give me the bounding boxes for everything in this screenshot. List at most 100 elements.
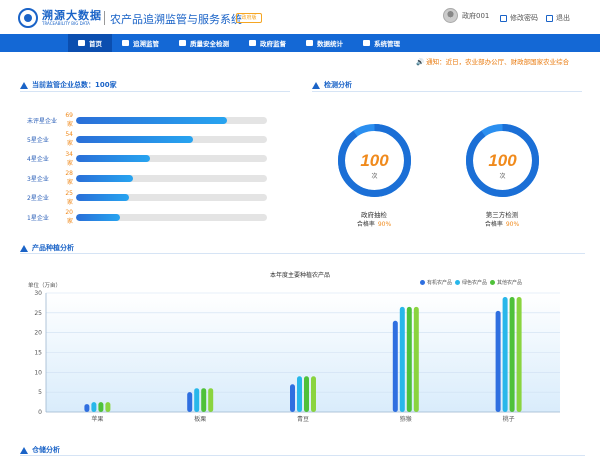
- progress-track: [76, 116, 267, 124]
- progress-fill: [76, 116, 227, 124]
- change-password-label: 修改密码: [510, 14, 538, 22]
- bar-label: 4星企业: [27, 156, 49, 164]
- system-title: 农产品追溯监管与服务系统: [110, 13, 242, 26]
- section-divider: [20, 455, 585, 456]
- nav-item-trace[interactable]: 追溯监管: [112, 34, 169, 52]
- chart-bar: [98, 402, 104, 412]
- ring-unit: 次: [499, 172, 505, 180]
- logo-title: 溯源大数据: [42, 9, 102, 22]
- x-tick-label: 猕猴: [400, 415, 412, 423]
- ring-chart-government: 100 次: [338, 124, 411, 197]
- nav-label: 追溯监管: [133, 40, 159, 48]
- x-tick-label: 苹果: [91, 415, 103, 423]
- enterprise-bar-row: 1星企业 20家: [27, 209, 267, 225]
- building-icon: [249, 40, 256, 46]
- section-marker-icon: [20, 446, 28, 454]
- ring-rate-third-party: 合格率 90%: [462, 219, 542, 228]
- nav-label: 质量安全检测: [190, 40, 229, 48]
- nav-label: 数据统计: [317, 40, 343, 48]
- warehouse-section-title: 仓储分析: [20, 445, 60, 455]
- section-marker-icon: [20, 81, 28, 89]
- change-password-link[interactable]: 修改密码: [500, 13, 538, 23]
- enterprise-bar-row: 4星企业 34家: [27, 150, 267, 167]
- x-tick-label: 板栗: [194, 415, 206, 423]
- bar-count: 25家: [65, 189, 73, 206]
- chart-icon: [306, 40, 313, 46]
- chart-bar: [105, 402, 111, 412]
- bar-count: 54家: [65, 131, 73, 148]
- enterprise-bar-row: 2星企业 25家: [27, 189, 267, 206]
- chart-bar: [392, 320, 398, 412]
- y-tick-label: 20: [34, 330, 42, 337]
- nav-item-government[interactable]: 政府监督: [239, 34, 296, 52]
- user-name: 政府001: [462, 11, 490, 20]
- bar-label: 2星企业: [27, 195, 49, 203]
- x-tick-label: 桃子: [503, 415, 515, 423]
- grid-icon: [122, 40, 129, 46]
- main-nav: 首页 追溯监管 质量安全检测 政府监督 数据统计 系统管理: [0, 34, 600, 52]
- section-marker-icon: [312, 81, 320, 89]
- bar-label: 1星企业: [27, 214, 49, 222]
- section-divider: [20, 91, 290, 92]
- progress-fill: [76, 174, 134, 182]
- chart-bar: [91, 402, 97, 412]
- nav-label: 首页: [89, 40, 102, 48]
- y-tick-label: 30: [34, 290, 42, 297]
- logout-link[interactable]: 退出: [546, 13, 570, 23]
- notice-text: 通知：近日，农业部办公厅、财政部国家农业综合: [426, 58, 570, 66]
- ring-rate-government: 合格率 90%: [334, 219, 414, 228]
- planting-section-title: 产品种植分析: [20, 243, 74, 253]
- section-divider: [20, 253, 585, 254]
- speaker-icon: 🔊: [416, 58, 427, 66]
- progress-track: [76, 194, 267, 202]
- progress-track: [76, 174, 267, 182]
- chart-bar: [290, 384, 295, 412]
- warehouse-title-text: 仓储分析: [32, 446, 60, 454]
- planting-title-text: 产品种植分析: [32, 244, 74, 252]
- bar-count: 69家: [65, 112, 73, 128]
- notice-ticker[interactable]: 🔊 通知：近日，农业部办公厅、财政部国家农业综合: [416, 56, 600, 66]
- nav-item-quality[interactable]: 质量安全检测: [169, 34, 239, 52]
- bar-count: 28家: [65, 170, 73, 187]
- y-tick-label: 0: [38, 409, 42, 416]
- chart-bar: [311, 376, 316, 412]
- chart-bar: [516, 296, 522, 412]
- header: 溯源大数据 TRACEABILITY BIG DATA 农产品追溯监管与服务系统…: [0, 0, 600, 34]
- section-marker-icon: [20, 244, 28, 252]
- chart-bar: [201, 388, 207, 412]
- section-divider: [312, 91, 582, 92]
- nav-item-statistics[interactable]: 数据统计: [296, 34, 353, 52]
- nav-item-system[interactable]: 系统管理: [353, 34, 410, 52]
- inspection-section-title: 检测分析: [312, 80, 352, 90]
- chart-bar: [406, 306, 412, 412]
- progress-track: [76, 155, 267, 163]
- nav-label: 政府监督: [260, 40, 286, 48]
- home-icon: [78, 40, 85, 46]
- nav-item-home[interactable]: 首页: [68, 34, 112, 52]
- ring-chart-third-party: 100 次: [466, 124, 539, 197]
- progress-fill: [76, 194, 130, 202]
- ring-label-government: 政府抽检: [361, 211, 387, 219]
- enterprise-section-title: 当前监管企业总数：100家: [20, 80, 117, 90]
- y-tick-label: 15: [34, 350, 42, 357]
- chart-bar: [509, 296, 515, 412]
- rate-value: 90%: [377, 221, 392, 228]
- chart-bar: [399, 306, 405, 412]
- progress-track: [76, 135, 267, 143]
- y-tick-label: 10: [34, 369, 42, 376]
- rate-label: 合格率: [484, 221, 503, 228]
- bar-count: 34家: [65, 150, 73, 167]
- y-tick-label: 5: [38, 389, 42, 396]
- nav-label: 系统管理: [374, 40, 400, 48]
- logo[interactable]: 溯源大数据 TRACEABILITY BIG DATA: [18, 8, 102, 28]
- bar-label: 5星企业: [27, 136, 49, 144]
- role-badge: 政府版: [236, 13, 262, 23]
- ring-value: 100: [488, 151, 517, 170]
- user-menu[interactable]: 政府001: [443, 8, 489, 23]
- enterprise-bar-row: 5星企业 54家: [27, 131, 267, 148]
- chart-bar: [304, 376, 309, 412]
- bar-label: 未评星企业: [27, 117, 58, 125]
- enterprise-title-text: 当前监管企业总数：100家: [32, 81, 117, 89]
- x-tick-label: 青豆: [297, 415, 309, 423]
- planting-bar-chart: 0 5 10 15 20 25 30 苹果 板栗 青豆 猕猴 桃子: [34, 290, 560, 423]
